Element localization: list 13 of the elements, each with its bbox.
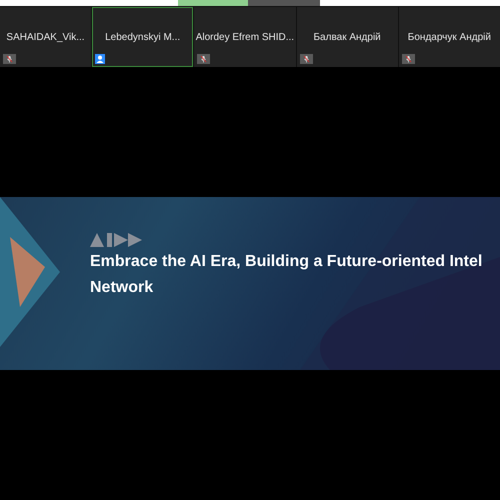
participant-name: Lebedynskyi M... (105, 30, 180, 44)
participant-tile[interactable]: Балвак Андрій (296, 7, 398, 67)
participant-name: Балвак Андрій (313, 30, 381, 44)
participant-tile[interactable]: SAHAIDAK_Vik... (0, 7, 91, 67)
participant-tile[interactable]: Alordey Efrem SHID... (194, 7, 296, 67)
participant-name: Alordey Efrem SHID... (196, 30, 294, 44)
participant-tile[interactable]: Бондарчук Андрій (398, 7, 500, 67)
slide-title: Embrace the AI Era, Building a Future-oriented Intel (90, 252, 484, 272)
participant-name: Бондарчук Андрій (408, 30, 491, 44)
participant-tile[interactable]: Lebedynskyi M... (92, 7, 194, 67)
participant-name: SAHAIDAK_Vik... (6, 30, 85, 44)
logo-icon (90, 233, 143, 247)
slide-title: Network (90, 278, 154, 298)
